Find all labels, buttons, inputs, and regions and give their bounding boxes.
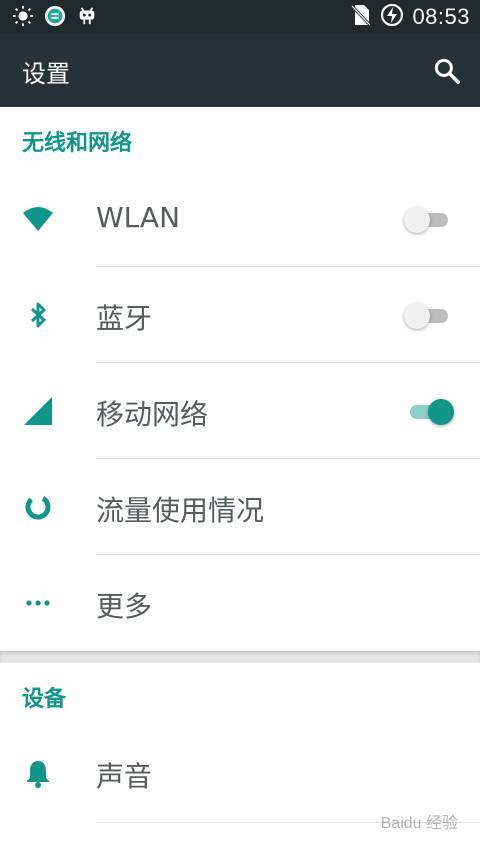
row-label-data-usage: 流量使用情况 bbox=[96, 494, 265, 527]
bluetooth-icon bbox=[22, 299, 54, 331]
page-title: 设置 bbox=[22, 60, 70, 88]
settings-row-more[interactable]: 更多 bbox=[0, 555, 480, 651]
search-button[interactable] bbox=[432, 56, 462, 86]
section-header-device: 设备 bbox=[22, 687, 67, 712]
section-separator bbox=[0, 651, 480, 663]
settings-row-mobile-network[interactable]: 移动网络 bbox=[0, 363, 480, 459]
settings-row-data-usage[interactable]: 流量使用情况 bbox=[0, 459, 480, 555]
wlan-toggle[interactable] bbox=[404, 207, 450, 233]
bell-icon bbox=[22, 757, 54, 789]
mobile-network-toggle[interactable] bbox=[406, 399, 454, 425]
row-label-sound: 声音 bbox=[96, 760, 153, 793]
shield-app-icon bbox=[44, 5, 66, 31]
section-wireless-networks: 无线和网络 WLAN 蓝牙 移动网络 流量使用情况 更多 bbox=[0, 107, 480, 651]
status-time: 08:53 bbox=[412, 4, 470, 29]
cellular-signal-icon bbox=[22, 395, 54, 427]
settings-row-wlan[interactable]: WLAN bbox=[0, 171, 480, 267]
settings-row-bluetooth[interactable]: 蓝牙 bbox=[0, 267, 480, 363]
app-bar: 设置 bbox=[0, 34, 480, 107]
search-icon bbox=[432, 58, 462, 90]
status-left-icons bbox=[12, 5, 98, 31]
row-label-bluetooth: 蓝牙 bbox=[96, 302, 153, 335]
section-header-wireless: 无线和网络 bbox=[22, 131, 133, 156]
row-label-wlan: WLAN bbox=[96, 201, 181, 234]
data-usage-icon bbox=[22, 491, 54, 523]
android-icon bbox=[76, 5, 98, 31]
battery-charging-icon bbox=[380, 3, 404, 31]
bluetooth-toggle[interactable] bbox=[404, 303, 450, 329]
brightness-icon bbox=[12, 5, 34, 31]
status-right-icons: 08:53 bbox=[350, 3, 470, 31]
status-bar: 08:53 bbox=[0, 0, 480, 34]
no-sim-icon bbox=[350, 3, 372, 31]
watermark: Baidu 经验 bbox=[380, 815, 458, 832]
more-horizontal-icon bbox=[22, 587, 54, 619]
row-label-more: 更多 bbox=[96, 590, 153, 623]
wifi-icon bbox=[22, 203, 54, 235]
row-label-mobile-network: 移动网络 bbox=[96, 398, 209, 431]
